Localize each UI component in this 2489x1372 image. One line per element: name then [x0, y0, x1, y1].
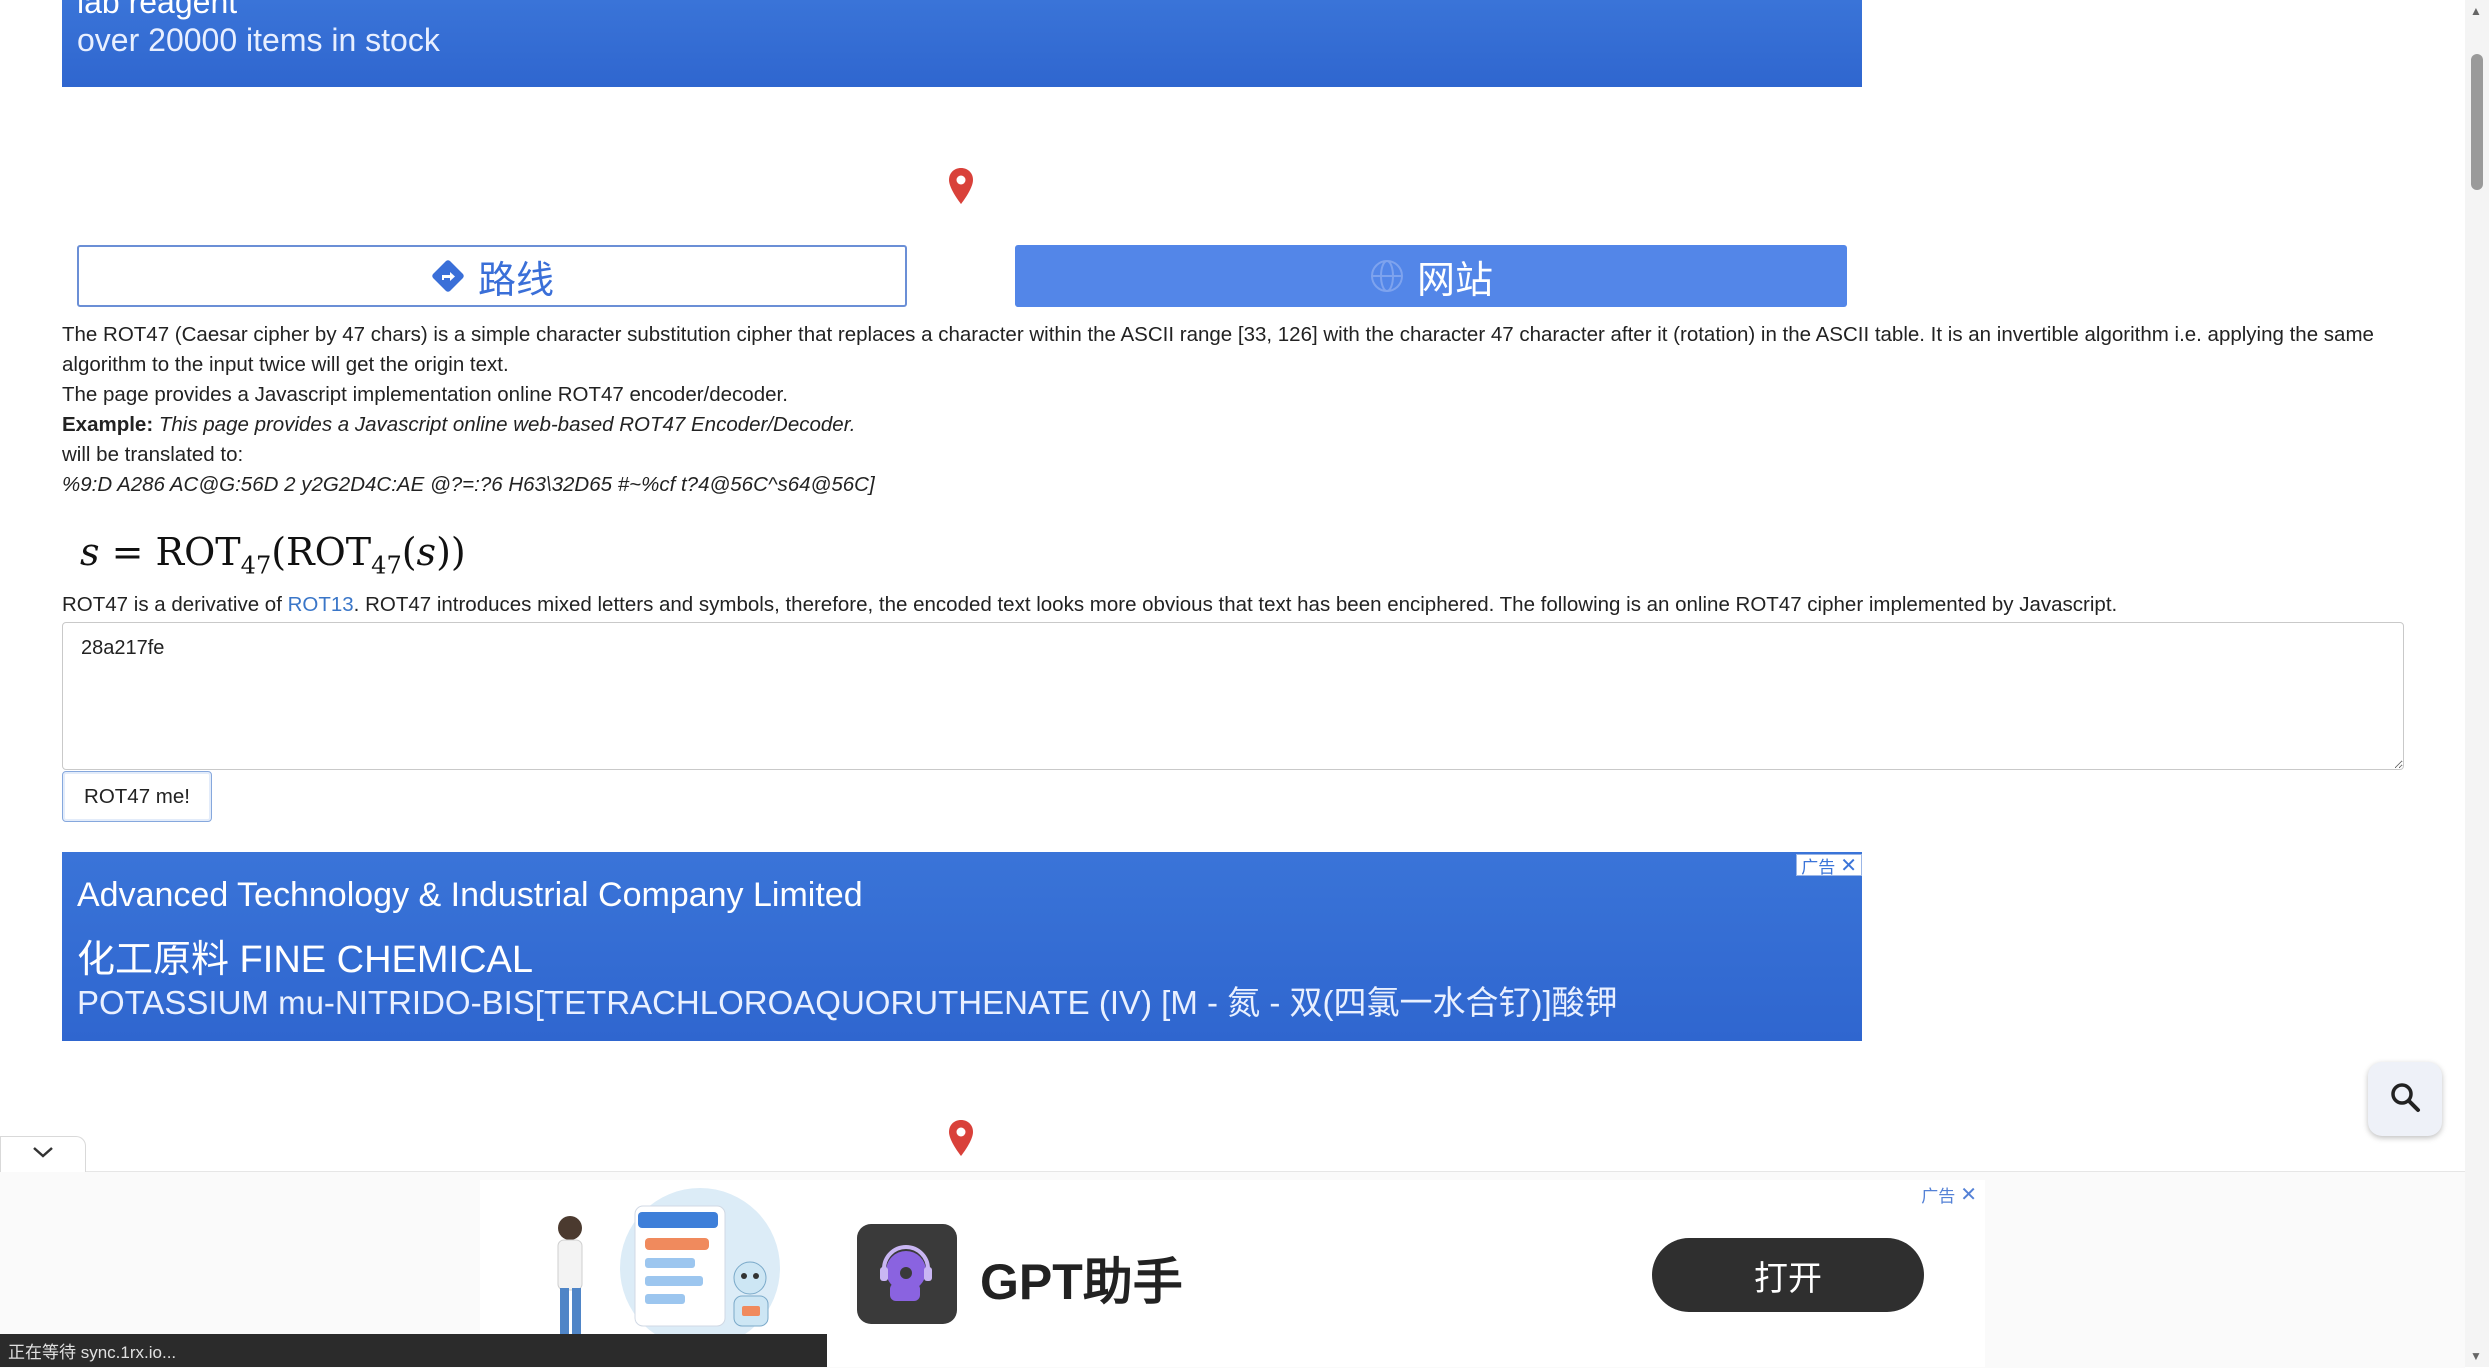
browser-status-bar: 正在等待 sync.1rx.io...	[0, 1334, 827, 1367]
gpt-assistant-logo-icon	[857, 1224, 957, 1324]
website-button-label: 网站	[1416, 259, 1493, 302]
intro-paragraph: The ROT47 (Caesar cipher by 47 chars) is…	[62, 323, 2374, 376]
website-button[interactable]: 网站	[1015, 245, 1847, 307]
cipher-textarea[interactable]	[62, 622, 2404, 770]
formula-s: s	[80, 530, 100, 574]
rot13-link[interactable]: ROT13	[288, 593, 354, 616]
route-button-label: 路线	[477, 259, 554, 302]
directions-icon	[430, 258, 466, 294]
mid-banner-company: Advanced Technology & Industrial Company…	[77, 876, 863, 914]
implementation-paragraph: The page provides a Javascript implement…	[62, 383, 788, 406]
rot47-formula: s = ROT47(ROT47(s))	[80, 530, 466, 580]
derivative-paragraph: ROT47 is a derivative of ROT13. ROT47 in…	[62, 590, 2402, 620]
example-label: Example:	[62, 413, 154, 436]
close-ad-icon[interactable]: ✕	[1960, 1182, 1977, 1207]
formula-open-inner: (	[401, 530, 417, 574]
ad-choices-badge[interactable]: 广告 ✕	[1921, 1182, 1977, 1207]
formula-sub-outer: 47	[240, 551, 272, 580]
floating-search-button[interactable]	[2368, 1062, 2442, 1136]
article-body: The ROT47 (Caesar cipher by 47 chars) is…	[62, 320, 2402, 500]
scroll-up-arrow-icon[interactable]: ▲	[2470, 4, 2482, 18]
derivative-prefix: ROT47 is a derivative of	[62, 593, 288, 616]
top-banner-line1: lab reagent	[77, 0, 238, 20]
formula-sub-inner: 47	[371, 551, 402, 580]
example-line: Example: This page provides a Javascript…	[62, 410, 2402, 440]
ad-tag-label: 广告	[1801, 857, 1836, 877]
rot47-button[interactable]: ROT47 me!	[62, 771, 212, 822]
formula-rot-inner: ROT	[286, 530, 372, 574]
formula-inner-s: s	[416, 530, 437, 574]
formula-close: ))	[436, 530, 466, 574]
mid-banner-category: 化工原料 FINE CHEMICAL	[77, 939, 534, 981]
search-icon	[2388, 1080, 2422, 1119]
collapse-ad-toggle[interactable]	[0, 1136, 86, 1172]
scrollbar-thumb[interactable]	[2471, 54, 2483, 190]
ad-tag-label: 广告	[1921, 1187, 1956, 1206]
ad-choices-badge[interactable]: 广告 ✕	[1796, 853, 1862, 878]
map-pin-icon	[948, 168, 974, 204]
derivative-suffix: . ROT47 introduces mixed letters and sym…	[353, 593, 2118, 616]
translated-text: %9:D A286 AC@G:56D 2 y2G2D4C:AE @?=:?6 H…	[62, 473, 875, 496]
formula-eq: =	[111, 530, 144, 574]
top-banner-line2: over 20000 items in stock	[77, 22, 440, 58]
close-ad-icon[interactable]: ✕	[1840, 853, 1857, 878]
page-scrollbar[interactable]: ▲ ▼	[2465, 0, 2489, 1367]
mid-banner-product: POTASSIUM mu-NITRIDO-BIS[TETRACHLOROAQUO…	[77, 984, 1618, 1021]
open-app-button[interactable]: 打开	[1652, 1238, 1924, 1312]
mid-ad-banner[interactable]: Advanced Technology & Industrial Company…	[62, 852, 1862, 1041]
formula-rot-outer: ROT	[155, 530, 241, 574]
top-ad-banner[interactable]: lab reagent over 20000 items in stock	[62, 0, 1862, 87]
formula-open-outer: (	[271, 530, 287, 574]
scroll-down-arrow-icon[interactable]: ▼	[2470, 1349, 2482, 1363]
chevron-down-icon	[31, 1144, 55, 1165]
example-text: This page provides a Javascript online w…	[158, 413, 856, 436]
route-button[interactable]: 路线	[77, 245, 907, 307]
map-pin-icon	[948, 1120, 974, 1156]
translated-label: will be translated to:	[62, 443, 244, 466]
ad-app-title: GPT助手	[980, 1254, 1183, 1310]
globe-icon	[1369, 258, 1405, 294]
